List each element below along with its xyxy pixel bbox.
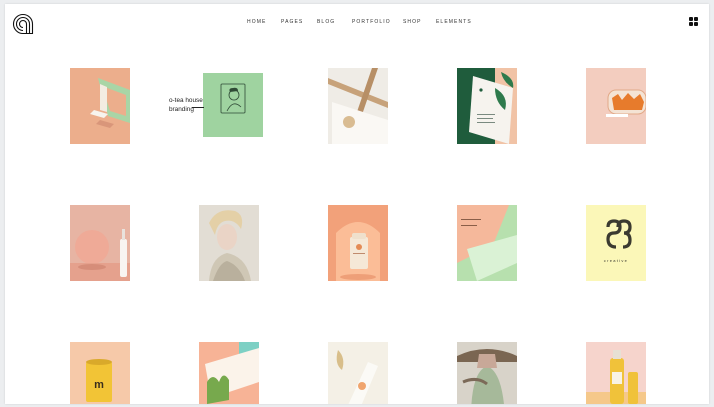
nav-elements[interactable]: ELEMENTS	[436, 19, 472, 25]
portfolio-item-hovered[interactable]	[203, 73, 263, 137]
item-thumbnail	[70, 205, 130, 281]
page-frame: HOME PAGES BLOG PORTFOLIO SHOP ELEMENTS	[5, 4, 709, 404]
portfolio-item[interactable]	[328, 205, 388, 281]
item-thumbnail: creative	[586, 205, 646, 281]
portfolio-item[interactable]: m	[70, 342, 130, 404]
portfolio-item[interactable]	[328, 68, 388, 144]
item-thumbnail	[199, 342, 259, 404]
hover-caption: o-tea house branding	[169, 96, 203, 114]
hover-caption-title: o-tea house	[169, 97, 203, 104]
portfolio-item[interactable]	[199, 342, 259, 404]
item-thumbnail	[70, 68, 130, 144]
tile-letter: m	[94, 379, 104, 391]
item-thumbnail	[586, 342, 646, 404]
header: HOME PAGES BLOG PORTFOLIO SHOP ELEMENTS	[5, 4, 709, 44]
tile-logo-text: creative	[604, 258, 628, 263]
item-thumbnail	[199, 205, 259, 281]
portfolio-item[interactable]	[70, 205, 130, 281]
portfolio-item[interactable]	[457, 68, 517, 144]
grid-icon[interactable]	[689, 17, 698, 26]
nav-home[interactable]: HOME	[247, 19, 266, 25]
portfolio-item[interactable]	[457, 342, 517, 404]
item-thumbnail	[457, 342, 517, 404]
hover-caption-line	[192, 107, 204, 108]
portfolio-item[interactable]	[586, 342, 646, 404]
item-thumbnail	[457, 68, 517, 144]
item-thumbnail	[203, 73, 263, 137]
portfolio-item[interactable]	[199, 205, 259, 281]
portfolio-item[interactable]	[70, 68, 130, 144]
main-nav: HOME PAGES BLOG PORTFOLIO SHOP ELEMENTS	[5, 19, 709, 29]
nav-portfolio[interactable]: PORTFOLIO	[352, 19, 391, 25]
item-thumbnail	[328, 68, 388, 144]
item-thumbnail	[457, 205, 517, 281]
item-thumbnail	[328, 205, 388, 281]
portfolio-item[interactable]: creative	[586, 205, 646, 281]
portfolio-item[interactable]	[586, 68, 646, 144]
nav-pages[interactable]: PAGES	[281, 19, 303, 25]
portfolio-item[interactable]	[328, 342, 388, 404]
hover-caption-category: branding	[169, 106, 194, 113]
portfolio-item[interactable]	[457, 205, 517, 281]
item-thumbnail: m	[70, 342, 130, 404]
item-thumbnail	[328, 342, 388, 404]
nav-blog[interactable]: BLOG	[317, 19, 335, 25]
item-thumbnail	[586, 68, 646, 144]
nav-shop[interactable]: SHOP	[403, 19, 422, 25]
